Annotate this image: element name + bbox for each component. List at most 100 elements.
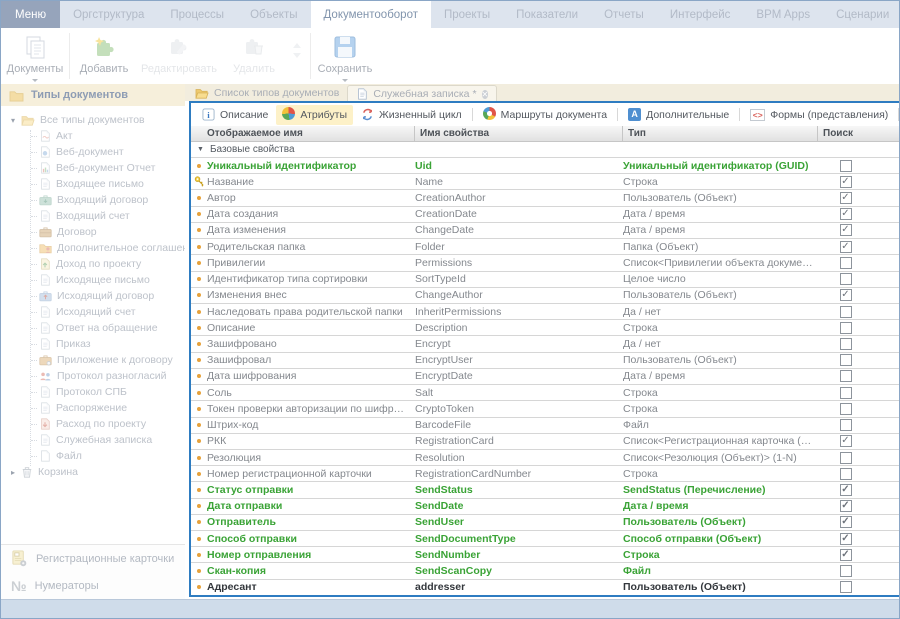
attribute-row[interactable]: Токен проверки авторизации по шифрованию…	[191, 400, 900, 416]
tree-item[interactable]: Протокол СПБ	[1, 384, 185, 400]
search-checkbox[interactable]: ✓	[840, 484, 852, 496]
attributes-group-row[interactable]: ▼ Базовые свойства	[191, 142, 900, 157]
editor-tab[interactable]: AДополнительные	[622, 106, 735, 123]
top-menu-item[interactable]: Процессы	[157, 1, 237, 28]
top-menu-item[interactable]: Документооборот	[311, 1, 431, 28]
search-checkbox[interactable]	[840, 338, 852, 350]
attribute-row[interactable]: ЗашифрованоEncryptДа / нет	[191, 335, 900, 351]
search-checkbox[interactable]	[840, 370, 852, 382]
attribute-row[interactable]: РезолюцияResolutionСписок<Резолюция (Объ…	[191, 449, 900, 465]
expander-closed-icon[interactable]: ▸	[8, 468, 18, 477]
attribute-row[interactable]: АдресантaddresserПользователь (Объект)	[191, 579, 900, 595]
attribute-row[interactable]: Статус отправкиSendStatusSendStatus (Пер…	[191, 481, 900, 497]
search-checkbox[interactable]: ✓	[840, 192, 852, 204]
ribbon-button[interactable]: Документы	[3, 28, 67, 84]
attribute-row[interactable]: НазваниеNameСтрока✓	[191, 173, 900, 189]
column-header[interactable]: Тип	[623, 126, 818, 141]
ribbon-button[interactable]: Добавить	[72, 28, 136, 84]
tree-item[interactable]: ▸Корзина	[1, 464, 185, 480]
sidebar-section[interactable]: №Нумераторы	[1, 572, 185, 599]
attribute-row[interactable]: Номер регистрационной карточкиRegistrati…	[191, 465, 900, 481]
editor-tab[interactable]: Маршруты документа	[477, 105, 613, 125]
tree-item[interactable]: Веб-документ Отчет	[1, 160, 185, 176]
attribute-row[interactable]: Дата отправкиSendDateДата / время✓	[191, 498, 900, 514]
close-icon[interactable]: ✕	[482, 88, 489, 100]
search-checkbox[interactable]	[840, 387, 852, 399]
tree-item[interactable]: Файл	[1, 448, 185, 464]
top-menu-item[interactable]: Отчеты	[591, 1, 657, 28]
search-checkbox[interactable]	[840, 160, 852, 172]
search-checkbox[interactable]	[840, 468, 852, 480]
search-checkbox[interactable]: ✓	[840, 208, 852, 220]
search-checkbox[interactable]	[840, 306, 852, 318]
top-menu-item[interactable]: Интерфейс	[657, 1, 744, 28]
attribute-row[interactable]: СольSaltСтрока	[191, 384, 900, 400]
top-menu-item[interactable]: Меню	[1, 1, 60, 28]
search-checkbox[interactable]: ✓	[840, 533, 852, 545]
expander-open-icon[interactable]: ▾	[8, 116, 18, 125]
attribute-row[interactable]: Родительская папкаFolderПапка (Объект)✓	[191, 238, 900, 254]
top-menu-item[interactable]: BPM Apps	[743, 1, 823, 28]
attribute-row[interactable]: Идентификатор типа сортировкиSortTypeIdЦ…	[191, 271, 900, 287]
search-checkbox[interactable]: ✓	[840, 435, 852, 447]
top-menu-item[interactable]: Проекты	[431, 1, 503, 28]
attribute-row[interactable]: РККRegistrationCardСписок<Регистрационна…	[191, 433, 900, 449]
tree-item[interactable]: Приказ	[1, 336, 185, 352]
search-checkbox[interactable]	[840, 419, 852, 431]
tree-item[interactable]: Договор	[1, 224, 185, 240]
attribute-row[interactable]: Дата созданияCreationDateДата / время✓	[191, 206, 900, 222]
tree-item[interactable]: Доход по проекту	[1, 256, 185, 272]
tree-item[interactable]: Исходящий счет	[1, 304, 185, 320]
attribute-row[interactable]: Штрих-кодBarcodeFileФайл	[191, 417, 900, 433]
top-menu-item[interactable]: Сценарии	[823, 1, 900, 28]
top-menu-item[interactable]: Объекты	[237, 1, 310, 28]
search-checkbox[interactable]: ✓	[840, 176, 852, 188]
tree-item[interactable]: Ответ на обращение	[1, 320, 185, 336]
document-tab[interactable]: Список типов документов	[187, 84, 347, 101]
top-menu-item[interactable]: Показатели	[503, 1, 591, 28]
attribute-row[interactable]: Дата измененияChangeDateДата / время✓	[191, 222, 900, 238]
attribute-row[interactable]: ОписаниеDescriptionСтрока	[191, 319, 900, 335]
column-header[interactable]: Имя свойства	[415, 126, 623, 141]
attribute-row[interactable]: Скан-копияSendScanCopyФайл	[191, 562, 900, 578]
column-header[interactable]: Отображаемое имя	[191, 126, 415, 141]
tree-item[interactable]: ▾Все типы документов	[1, 112, 185, 128]
attribute-row[interactable]: ПривилегииPermissionsСписок<Привилегии о…	[191, 254, 900, 270]
editor-tab[interactable]: <>Формы (представления)	[744, 107, 894, 123]
sidebar-section[interactable]: Регистрационные карточки	[1, 545, 185, 572]
search-checkbox[interactable]	[840, 452, 852, 464]
search-checkbox[interactable]: ✓	[840, 241, 852, 253]
attribute-row[interactable]: Номер отправленияSendNumberСтрока✓	[191, 546, 900, 562]
tree-item[interactable]: Дополнительное соглашение	[1, 240, 185, 256]
attribute-row[interactable]: Способ отправкиSendDocumentTypeСпособ от…	[191, 530, 900, 546]
tree-item[interactable]: Входящее письмо	[1, 176, 185, 192]
search-checkbox[interactable]	[840, 257, 852, 269]
attribute-row[interactable]: Дата шифрованияEncryptDateДата / время	[191, 368, 900, 384]
search-checkbox[interactable]	[840, 273, 852, 285]
tree-item[interactable]: Служебная записка	[1, 432, 185, 448]
attribute-row[interactable]: ОтправительSendUserПользователь (Объект)…	[191, 514, 900, 530]
editor-tab[interactable]: Атрибуты	[276, 105, 353, 125]
top-menu-item[interactable]: Оргструктура	[60, 1, 157, 28]
search-checkbox[interactable]: ✓	[840, 500, 852, 512]
search-checkbox[interactable]	[840, 581, 852, 593]
search-checkbox[interactable]	[840, 354, 852, 366]
tree-item[interactable]: Приложение к договору	[1, 352, 185, 368]
search-checkbox[interactable]	[840, 322, 852, 334]
search-checkbox[interactable]	[840, 403, 852, 415]
editor-tab[interactable]: iОписание	[196, 106, 274, 123]
attribute-row[interactable]: ЗашифровалEncryptUserПользователь (Объек…	[191, 352, 900, 368]
tree-item[interactable]: Исходящее письмо	[1, 272, 185, 288]
attribute-row[interactable]: Изменения внесChangeAuthorПользователь (…	[191, 287, 900, 303]
search-checkbox[interactable]	[840, 565, 852, 577]
tree-item[interactable]: Входящий договор	[1, 192, 185, 208]
ribbon-button[interactable]: Сохранить	[313, 28, 377, 84]
editor-tab[interactable]: Жизненный цикл	[355, 106, 468, 123]
tree-item[interactable]: Исходящий договор	[1, 288, 185, 304]
tree-item[interactable]: Распоряжение	[1, 400, 185, 416]
tree-item[interactable]: Акт	[1, 128, 185, 144]
tree-item[interactable]: Веб-документ	[1, 144, 185, 160]
tree-item[interactable]: Расход по проекту	[1, 416, 185, 432]
attribute-row[interactable]: Наследовать права родительской папкиInhe…	[191, 303, 900, 319]
attribute-row[interactable]: АвторCreationAuthorПользователь (Объект)…	[191, 189, 900, 205]
